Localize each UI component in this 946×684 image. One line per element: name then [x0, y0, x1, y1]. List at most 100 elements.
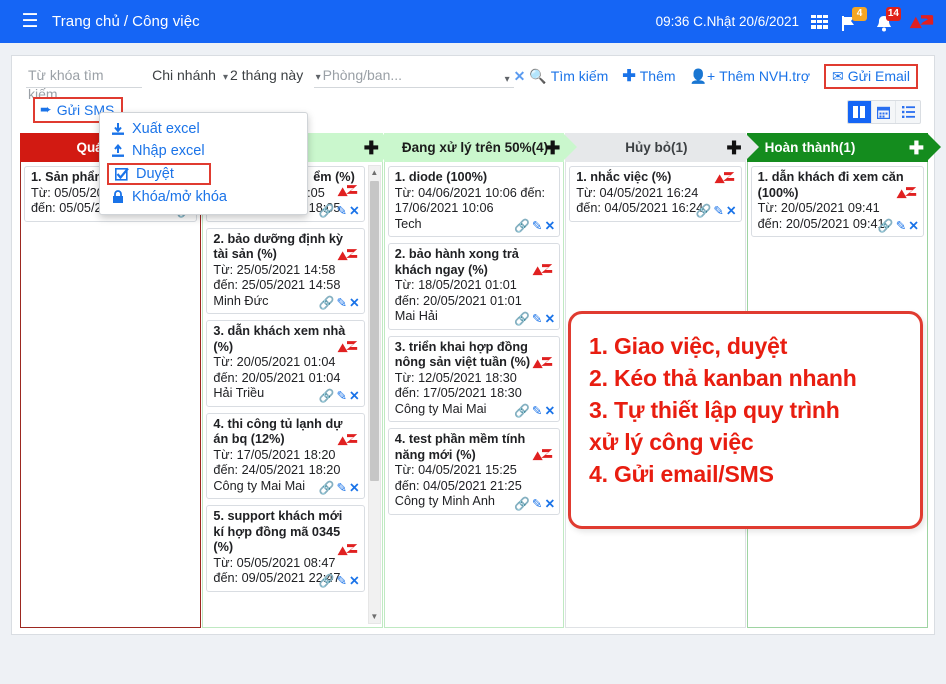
search-button[interactable]: ✕ 🔍 Tìm kiếm [514, 68, 609, 85]
column-header-cancelled: Hủy bỏ(1) ✚ [565, 133, 760, 162]
hamburger-menu-icon[interactable]: ☰ [12, 12, 48, 31]
send-email-button[interactable]: ✉ Gửi Email [824, 63, 919, 89]
delete-x-icon[interactable]: ✕ [545, 220, 556, 233]
search-icon: 🔍 [529, 67, 547, 84]
task-owner: Minh Đức [213, 293, 269, 308]
topbar-right-group: 09:36 C.Nhật 20/6/2021 4 14 [656, 6, 946, 33]
add-card-icon-cancelled[interactable]: ✚ [727, 139, 742, 157]
scroll-up-arrow-icon[interactable]: ▲ [369, 166, 380, 179]
list-view-icon[interactable] [896, 101, 920, 123]
az-logo[interactable] [908, 12, 934, 32]
breadcrumb-separator: / [123, 13, 129, 30]
edit-icon[interactable]: ✎ [532, 405, 543, 418]
delete-x-icon[interactable]: ✕ [545, 313, 556, 326]
branch-select[interactable]: Chi nhánh [142, 64, 221, 88]
link-icon[interactable]: 🔗 [696, 205, 712, 218]
task-card[interactable]: 1. diode (100%) Từ: 04/06/2021 10:06 đến… [387, 166, 561, 237]
department-select[interactable]: ▾ Phòng/ban... ▾ [313, 64, 514, 88]
link-icon[interactable]: 🔗 [319, 297, 335, 310]
menu-item-import-excel[interactable]: Nhập excel [100, 140, 307, 162]
period-select[interactable]: ▾ 2 tháng này [221, 64, 308, 88]
link-icon[interactable]: 🔗 [514, 220, 530, 233]
task-owner: Tech [394, 216, 422, 231]
upload-excel-icon [112, 144, 124, 157]
envelope-icon: ✉ [832, 67, 844, 84]
link-icon[interactable]: 🔗 [319, 390, 335, 403]
delete-x-icon[interactable]: ✕ [545, 405, 556, 418]
search-keyword-input[interactable]: Từ khóa tìm kiếm... [26, 64, 143, 102]
delete-x-icon[interactable]: ✕ [545, 498, 556, 511]
delete-x-icon[interactable]: ✕ [349, 205, 360, 218]
link-icon[interactable]: 🔗 [514, 405, 530, 418]
task-card[interactable]: 1. nhắc việc (%) Từ: 04/05/2021 16:24 đế… [569, 166, 742, 222]
breadcrumb-home[interactable]: Trang chủ [52, 13, 120, 30]
delete-x-icon[interactable]: ✕ [349, 482, 360, 495]
edit-icon[interactable]: ✎ [896, 220, 907, 233]
scroll-down-arrow-icon[interactable]: ▼ [369, 610, 380, 623]
add-card-icon-inprogress-low[interactable]: ✚ [364, 139, 379, 157]
link-icon[interactable]: 🔗 [319, 575, 335, 588]
add-support-staff-button[interactable]: 👤+ Thêm NVH.trợ [690, 68, 810, 85]
task-card[interactable]: 4. thi công tủ lạnh dự án bq (12%) Từ: 1… [206, 412, 365, 499]
kanban-view-icon[interactable] [848, 101, 872, 123]
bell-notifications-icon[interactable]: 14 [874, 6, 901, 33]
edit-icon[interactable]: ✎ [337, 297, 348, 310]
task-start: Từ: 17/05/2021 18:20 [213, 447, 336, 462]
delete-x-icon[interactable]: ✕ [349, 297, 360, 310]
menu-item-approve[interactable]: Duyệt [107, 163, 211, 185]
plus-icon: ✚ [622, 68, 636, 85]
task-card[interactable]: 4. test phần mềm tính năng mới (%) Từ: 0… [387, 428, 561, 515]
link-icon[interactable]: 🔗 [878, 220, 894, 233]
grid-apps-icon[interactable] [811, 14, 828, 29]
task-card[interactable]: 3. dẫn khách xem nhà (%) Từ: 20/05/2021 … [206, 320, 365, 407]
menu-item-lock-unlock[interactable]: Khóa/mở khóa [100, 186, 307, 208]
edit-icon[interactable]: ✎ [337, 575, 348, 588]
edit-icon[interactable]: ✎ [713, 205, 724, 218]
calendar-view-icon[interactable] [872, 101, 896, 123]
link-icon[interactable]: 🔗 [514, 498, 530, 511]
add-card-icon-inprogress-high[interactable]: ✚ [545, 139, 560, 157]
kanban-column-inprogress-high: Đang xử lý trên 50%(4) ✚ 1. diode (100%)… [383, 133, 578, 628]
task-owner: Công ty Mai Mai [213, 478, 306, 493]
card-action-icons: 🔗 ✎ ✕ [514, 405, 555, 418]
menu-item-label: Nhập excel [132, 143, 205, 159]
column-scrollbar[interactable]: ▲ ▼ [367, 165, 381, 624]
task-card[interactable]: 2. bảo dưỡng định kỳ tài sản (%) Từ: 25/… [206, 227, 365, 314]
edit-icon[interactable]: ✎ [532, 498, 543, 511]
card-action-icons: 🔗 ✎ ✕ [514, 220, 555, 233]
flag-notifications-icon[interactable]: 4 [840, 6, 867, 33]
scrollbar-thumb[interactable] [369, 181, 379, 481]
az-task-mark [714, 172, 734, 184]
task-card[interactable]: 1. dẫn khách đi xem căn (100%) Từ: 20/05… [750, 166, 924, 237]
link-icon[interactable]: 🔗 [319, 205, 335, 218]
edit-icon[interactable]: ✎ [337, 390, 348, 403]
task-start: Từ: 25/05/2021 14:58 [213, 262, 336, 277]
delete-x-icon[interactable]: ✕ [349, 390, 360, 403]
az-task-mark [532, 356, 553, 368]
menu-item-label: Khóa/mở khóa [132, 189, 227, 205]
task-owner: Công ty Mai Mai [394, 401, 487, 416]
card-action-icons: 🔗 ✎ ✕ [319, 390, 360, 403]
edit-icon[interactable]: ✎ [337, 205, 348, 218]
approve-check-icon [115, 167, 129, 181]
task-card[interactable]: 2. bảo hành xong trả khách ngay (%) Từ: … [387, 243, 561, 330]
edit-icon[interactable]: ✎ [532, 220, 543, 233]
add-card-icon-done[interactable]: ✚ [909, 139, 924, 157]
task-start: Từ: 18/05/2021 01:01 [394, 278, 517, 292]
edit-icon[interactable]: ✎ [532, 313, 543, 326]
clear-x-icon: ✕ [513, 67, 526, 84]
column-body-overdue: 1. Sản phẩm l Từ: 05/05/202 đến: 05/05/2… [20, 162, 202, 628]
az-task-mark [337, 185, 357, 197]
menu-item-export-excel[interactable]: Xuất excel [100, 118, 307, 140]
lock-icon [113, 190, 123, 203]
link-icon[interactable]: 🔗 [319, 482, 335, 495]
link-icon[interactable]: 🔗 [514, 313, 530, 326]
edit-icon[interactable]: ✎ [337, 482, 348, 495]
delete-x-icon[interactable]: ✕ [349, 575, 360, 588]
menu-item-label: Duyệt [136, 166, 174, 182]
task-card[interactable]: 3. triển khai hợp đồng nông sản việt tuầ… [387, 335, 561, 422]
task-card[interactable]: 5. support khách mới kí hợp đồng mã 0345… [206, 505, 365, 592]
delete-x-icon[interactable]: ✕ [726, 205, 737, 218]
add-button[interactable]: ✚ Thêm [622, 66, 675, 86]
delete-x-icon[interactable]: ✕ [908, 220, 919, 233]
